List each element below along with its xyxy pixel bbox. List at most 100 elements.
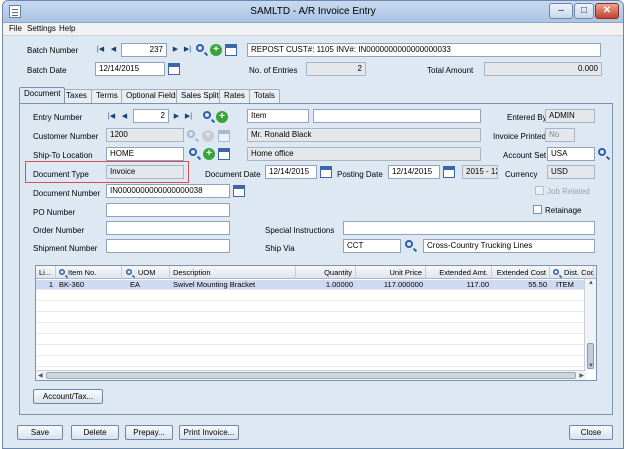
customer-list-icon[interactable] bbox=[218, 130, 230, 142]
tab-totals[interactable]: Totals bbox=[249, 89, 280, 103]
tab-optional-fields[interactable]: Optional Fields bbox=[121, 89, 185, 103]
new-customer-icon[interactable]: + bbox=[202, 130, 214, 142]
next-batch-icon[interactable]: ▶ bbox=[170, 44, 181, 56]
batch-date-input[interactable]: 12/14/2015 bbox=[95, 62, 165, 76]
new-batch-icon[interactable]: + bbox=[210, 44, 222, 56]
close-button[interactable]: Close bbox=[569, 425, 613, 440]
tab-terms[interactable]: Terms bbox=[91, 89, 123, 103]
col-dist-code[interactable]: Dist. Code bbox=[550, 266, 594, 279]
table-row[interactable] bbox=[36, 335, 584, 345]
col-item-no[interactable]: Item No. bbox=[56, 266, 122, 279]
dist-code-finder-icon[interactable] bbox=[553, 269, 559, 275]
ship-via-finder-icon[interactable] bbox=[405, 240, 413, 248]
save-button[interactable]: Save bbox=[17, 425, 63, 440]
table-row[interactable] bbox=[36, 324, 584, 334]
scroll-right-icon[interactable]: ▶ bbox=[579, 372, 584, 379]
col-extra[interactable]: I bbox=[594, 266, 596, 279]
posting-date-calendar-icon[interactable] bbox=[443, 166, 455, 178]
close-window-button[interactable]: ✕ bbox=[595, 3, 619, 19]
batch-list-icon[interactable] bbox=[225, 44, 237, 56]
customer-finder-icon[interactable] bbox=[187, 130, 195, 138]
new-entry-icon[interactable]: + bbox=[216, 111, 228, 123]
minimize-button[interactable]: – bbox=[549, 3, 573, 19]
ship-to-finder-icon[interactable] bbox=[189, 148, 197, 156]
col-extended-amt[interactable]: Extended Amt. bbox=[426, 266, 492, 279]
document-number-input[interactable]: IN0000000000000000038 bbox=[106, 184, 230, 198]
shipment-number-input[interactable] bbox=[106, 239, 230, 253]
col-unit-price[interactable]: Unit Price bbox=[356, 266, 426, 279]
menu-settings[interactable]: Settings bbox=[27, 24, 56, 33]
document-date-label: Document Date bbox=[205, 170, 261, 179]
maximize-button[interactable]: □ bbox=[574, 3, 594, 19]
entry-description-input[interactable] bbox=[313, 109, 481, 123]
ship-via-input[interactable]: CCT bbox=[343, 239, 401, 253]
grid-vertical-scrollbar[interactable]: ▲ ▼ bbox=[584, 279, 596, 370]
batch-description-input[interactable]: REPOST CUST#: 1105 INV#: IN0000000000000… bbox=[247, 43, 601, 57]
order-number-input[interactable] bbox=[106, 221, 230, 235]
menu-help[interactable]: Help bbox=[59, 24, 75, 33]
col-description[interactable]: Description bbox=[170, 266, 296, 279]
first-batch-icon[interactable]: |◀ bbox=[95, 44, 106, 56]
entry-number-input[interactable]: 2 bbox=[133, 109, 169, 123]
first-entry-icon[interactable]: |◀ bbox=[106, 111, 117, 123]
ship-to-input[interactable]: HOME bbox=[106, 147, 184, 161]
detail-grid[interactable]: Li... Item No. UOM Description Quantity … bbox=[35, 265, 597, 381]
document-type-value[interactable]: Invoice bbox=[106, 165, 184, 179]
batch-finder-icon[interactable] bbox=[196, 44, 204, 52]
job-related-checkbox[interactable] bbox=[535, 186, 544, 195]
document-number-label: Document Number bbox=[33, 189, 101, 198]
entry-type-input[interactable]: Item bbox=[247, 109, 309, 123]
previous-entry-icon[interactable]: ◀ bbox=[119, 111, 130, 123]
customer-number-label: Customer Number bbox=[33, 132, 99, 141]
table-row[interactable] bbox=[36, 357, 584, 367]
ship-to-list-icon[interactable] bbox=[218, 148, 230, 160]
special-instructions-input[interactable] bbox=[343, 221, 595, 235]
col-line[interactable]: Li... bbox=[36, 266, 56, 279]
item-finder-icon[interactable] bbox=[59, 269, 65, 275]
horizontal-scroll-thumb[interactable] bbox=[46, 372, 576, 379]
col-extended-cost[interactable]: Extended Cost bbox=[492, 266, 550, 279]
last-batch-icon[interactable]: ▶| bbox=[182, 44, 193, 56]
col-uom[interactable]: UOM bbox=[122, 266, 170, 279]
document-number-list-icon[interactable] bbox=[233, 185, 245, 197]
retainage-checkbox[interactable] bbox=[533, 205, 542, 214]
entry-finder-icon[interactable] bbox=[203, 111, 211, 119]
document-date-input[interactable]: 12/14/2015 bbox=[265, 165, 317, 179]
ship-via-description[interactable]: Cross-Country Trucking Lines bbox=[423, 239, 595, 253]
cell-quantity: 1.00000 bbox=[325, 280, 353, 289]
scroll-up-icon[interactable]: ▲ bbox=[588, 280, 594, 286]
table-row[interactable]: 1 BK-360 EA Swivel Mounting Bracket 1.00… bbox=[36, 280, 596, 290]
retainage-label: Retainage bbox=[545, 206, 582, 215]
tab-taxes[interactable]: Taxes bbox=[61, 89, 92, 103]
customer-number-input[interactable]: 1200 bbox=[106, 128, 184, 142]
col-item-no-label: Item No. bbox=[68, 268, 97, 277]
tab-sales-split[interactable]: Sales Split bbox=[176, 89, 224, 103]
last-entry-icon[interactable]: ▶| bbox=[183, 111, 194, 123]
tab-rates[interactable]: Rates bbox=[219, 89, 250, 103]
next-entry-icon[interactable]: ▶ bbox=[171, 111, 182, 123]
new-ship-to-icon[interactable]: + bbox=[203, 148, 215, 160]
menu-file[interactable]: File bbox=[9, 24, 22, 33]
grid-horizontal-scrollbar[interactable]: ◀ ▶ bbox=[36, 370, 586, 380]
prepay-button[interactable]: Prepay... bbox=[125, 425, 173, 440]
table-row[interactable] bbox=[36, 302, 584, 312]
uom-finder-icon[interactable] bbox=[126, 269, 132, 275]
document-date-calendar-icon[interactable] bbox=[320, 166, 332, 178]
tab-document[interactable]: Document bbox=[19, 87, 66, 103]
delete-button[interactable]: Delete bbox=[71, 425, 119, 440]
scroll-left-icon[interactable]: ◀ bbox=[38, 372, 43, 379]
col-quantity[interactable]: Quantity bbox=[296, 266, 356, 279]
scroll-down-icon[interactable]: ▼ bbox=[588, 363, 594, 369]
table-row[interactable] bbox=[36, 313, 584, 323]
account-tax-button[interactable]: Account/Tax... bbox=[33, 389, 103, 404]
account-set-finder-icon[interactable] bbox=[598, 148, 606, 156]
account-set-input[interactable]: USA bbox=[547, 147, 595, 161]
batch-date-calendar-icon[interactable] bbox=[168, 63, 180, 75]
posting-date-input[interactable]: 12/14/2015 bbox=[388, 165, 440, 179]
previous-batch-icon[interactable]: ◀ bbox=[108, 44, 119, 56]
table-row[interactable] bbox=[36, 291, 584, 301]
batch-number-input[interactable]: 237 bbox=[121, 43, 167, 57]
table-row[interactable] bbox=[36, 346, 584, 356]
po-number-input[interactable] bbox=[106, 203, 230, 217]
print-invoice-button[interactable]: Print Invoice... bbox=[179, 425, 239, 440]
